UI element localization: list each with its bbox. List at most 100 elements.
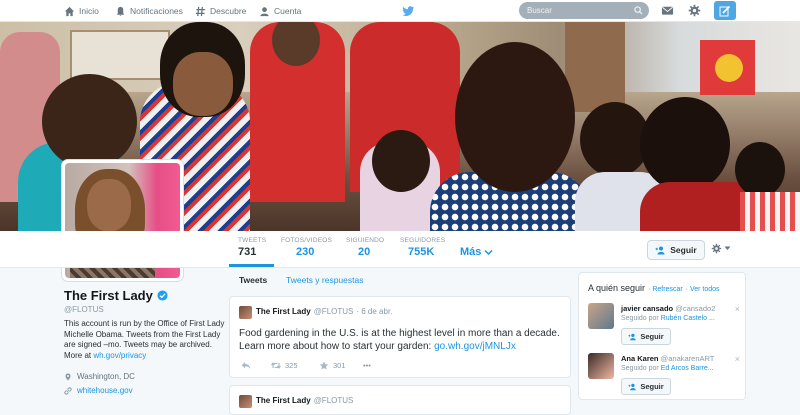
messages-envelope-icon[interactable] xyxy=(661,4,674,17)
add-user-icon xyxy=(655,246,665,254)
stat-media[interactable]: FOTOS/VIDEOS 230 xyxy=(281,237,332,258)
dismiss-suggestion-icon[interactable]: × xyxy=(735,354,740,364)
tweet-author-handle[interactable]: @FLOTUS xyxy=(314,396,354,405)
search-placeholder: Buscar xyxy=(527,6,552,15)
profile-bio: This account is run by the Office of Fir… xyxy=(64,319,229,361)
profile-name: The First Lady xyxy=(64,288,168,303)
suggested-follow-button[interactable]: Seguir xyxy=(621,328,671,345)
tweet-header: The First Lady @FLOTUS · 6 de abr. xyxy=(256,307,392,316)
tweet-date[interactable]: · 6 de abr. xyxy=(356,307,392,316)
suggested-user: javier cansado @cansado2 Seguido por Rub… xyxy=(588,303,743,353)
nav-home-label: Inicio xyxy=(79,6,99,16)
suggested-user-avatar[interactable] xyxy=(588,303,614,329)
suggested-user-name: javier cansado xyxy=(621,304,674,313)
nav-notifications-label: Notificaciones xyxy=(130,6,183,16)
bell-icon xyxy=(116,6,125,16)
followed-by-line: Seguido por Ed Arcos Barre... xyxy=(621,365,714,372)
who-to-follow-title: A quién seguir xyxy=(588,283,646,293)
star-icon xyxy=(319,361,329,370)
tweet-avatar[interactable] xyxy=(239,306,252,319)
nav-discover-label: Descubre xyxy=(210,6,247,16)
tweet-card[interactable]: The First Lady @FLOTUS · 6 de abr. Food … xyxy=(229,296,571,378)
stat-tweets[interactable]: TWEETS 731 xyxy=(238,237,266,258)
tweet-author-handle[interactable]: @FLOTUS xyxy=(314,307,354,316)
top-navigation-bar: Inicio Notificaciones Descubre Cuenta Bu… xyxy=(0,0,800,22)
suggested-user-name-line[interactable]: javier cansado @cansado2 xyxy=(621,304,715,313)
suggested-user-name: Ana Karen xyxy=(621,354,659,363)
more-dots-icon: ••• xyxy=(363,361,371,370)
tweet-author-name[interactable]: The First Lady xyxy=(256,396,311,405)
suggested-user: Ana Karen @anakarenART Seguido por Ed Ar… xyxy=(588,353,743,403)
website-link[interactable]: whitehouse.gov xyxy=(77,386,133,395)
retweet-icon xyxy=(271,362,281,369)
retweet-count: 325 xyxy=(285,361,298,370)
tweet-card[interactable]: The First Lady @FLOTUS xyxy=(229,385,571,415)
nav-notifications[interactable]: Notificaciones xyxy=(115,0,183,22)
more-label: Más xyxy=(460,246,482,258)
reply-action[interactable] xyxy=(241,361,251,370)
more-actions[interactable]: ••• xyxy=(363,361,371,370)
stat-following-label: SIGUIENDO xyxy=(346,237,385,244)
more-menu[interactable]: Más xyxy=(460,246,493,258)
search-input[interactable]: Buscar xyxy=(519,2,649,19)
compose-quill-icon xyxy=(719,5,731,16)
tweet-actions: 325 301 ••• xyxy=(239,361,559,373)
home-icon xyxy=(64,6,75,16)
location-pin-icon xyxy=(65,373,71,380)
profile-handle: @FLOTUS xyxy=(64,305,104,314)
privacy-link[interactable]: wh.gov/privacy xyxy=(93,351,146,360)
profile-location: Washington, DC xyxy=(64,372,135,381)
follow-button[interactable]: Seguir xyxy=(647,240,705,260)
followed-by-user[interactable]: Rubén Castelo ... xyxy=(661,315,715,322)
nav-account[interactable]: Cuenta xyxy=(259,0,301,22)
timeline-tabs: Tweets Tweets y respuestas xyxy=(229,268,571,293)
stat-followers[interactable]: SEGUIDORES 755K xyxy=(400,237,445,258)
suggested-user-handle: @anakarenART xyxy=(660,354,715,363)
profile-website[interactable]: whitehouse.gov xyxy=(64,386,133,395)
retweet-action[interactable]: 325 xyxy=(271,361,298,370)
tweet-text: Food gardening in the U.S. is at the hig… xyxy=(239,327,561,353)
caret-down-icon xyxy=(724,246,731,250)
suggested-user-name-line[interactable]: Ana Karen @anakarenART xyxy=(621,354,714,363)
gear-icon xyxy=(711,243,722,254)
search-icon[interactable] xyxy=(634,6,643,15)
stat-following[interactable]: SIGUIENDO 20 xyxy=(346,237,384,258)
tab-tweets-and-replies[interactable]: Tweets y respuestas xyxy=(286,275,363,285)
stat-tweets-value: 731 xyxy=(238,246,257,258)
followed-by-user[interactable]: Ed Arcos Barre... xyxy=(661,365,714,372)
profile-actions-menu[interactable] xyxy=(711,243,731,254)
favorite-count: 301 xyxy=(333,361,346,370)
tab-tweets[interactable]: Tweets xyxy=(239,275,267,285)
add-user-icon xyxy=(628,383,637,390)
dismiss-suggestion-icon[interactable]: × xyxy=(735,304,740,314)
stat-following-value: 20 xyxy=(358,246,371,258)
person-icon xyxy=(260,6,269,16)
hashtag-icon xyxy=(195,6,206,16)
refresh-link[interactable]: · Refrescar xyxy=(648,286,683,293)
tweet-author-name[interactable]: The First Lady xyxy=(256,307,311,316)
tweet-link[interactable]: go.wh.gov/jMNLJx xyxy=(434,341,516,352)
nav-discover[interactable]: Descubre xyxy=(195,0,246,22)
nav-account-label: Cuenta xyxy=(274,6,302,16)
stat-followers-label: SEGUIDORES xyxy=(400,237,446,244)
suggested-follow-label: Seguir xyxy=(640,382,664,391)
followed-by-prefix: Seguido por xyxy=(621,315,659,322)
favorite-action[interactable]: 301 xyxy=(319,361,346,370)
tweet-avatar[interactable] xyxy=(239,395,252,408)
compose-tweet-button[interactable] xyxy=(714,1,736,20)
add-user-icon xyxy=(628,333,637,340)
verified-badge-icon xyxy=(157,290,168,301)
suggested-user-avatar[interactable] xyxy=(588,353,614,379)
followed-by-line: Seguido por Rubén Castelo ... xyxy=(621,315,715,322)
suggested-follow-button[interactable]: Seguir xyxy=(621,378,671,395)
followed-by-prefix: Seguido por xyxy=(621,365,659,372)
chevron-down-icon xyxy=(484,249,493,255)
view-all-link[interactable]: · Ver todos xyxy=(686,286,720,293)
reply-icon xyxy=(241,362,251,369)
who-to-follow-header: A quién seguir · Refrescar · Ver todos xyxy=(588,283,720,293)
stat-media-value: 230 xyxy=(296,246,315,258)
twitter-bird-icon[interactable] xyxy=(401,4,415,18)
suggested-follow-label: Seguir xyxy=(640,332,664,341)
settings-gear-icon[interactable] xyxy=(688,4,701,17)
nav-home[interactable]: Inicio xyxy=(64,0,99,22)
